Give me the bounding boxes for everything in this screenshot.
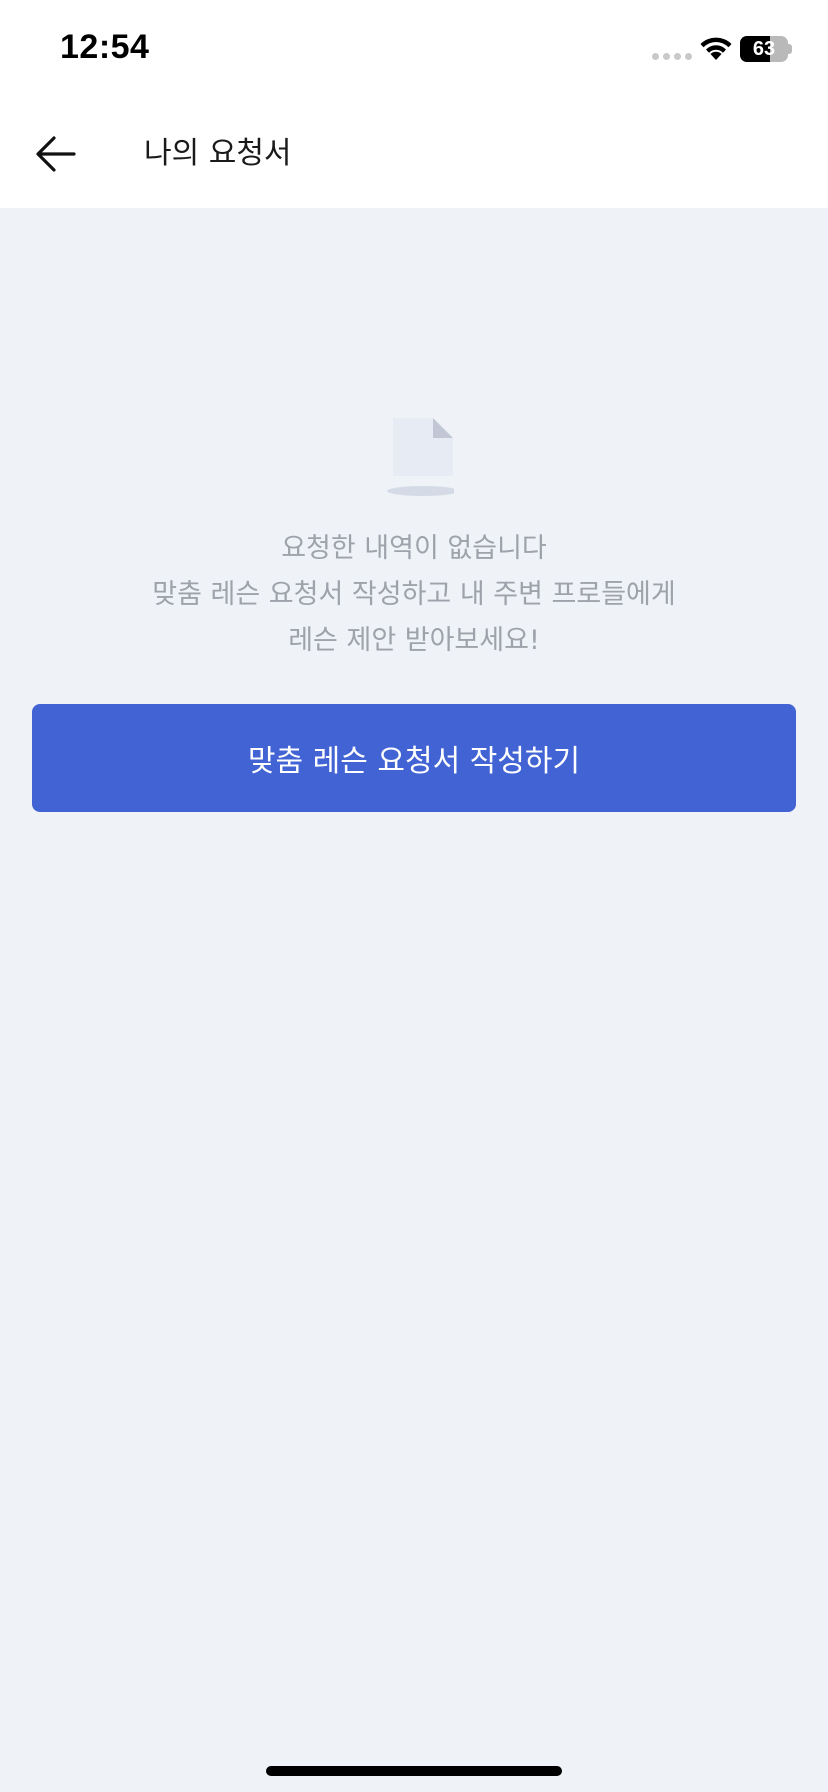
wifi-icon (700, 37, 732, 60)
page-title: 나의 요청서 (144, 136, 292, 171)
back-button[interactable] (24, 124, 88, 184)
create-request-button[interactable]: 맞춤 레슨 요청서 작성하기 (32, 704, 796, 812)
status-time: 12:54 (60, 28, 150, 66)
screen: 12:54 63 나의 요청서 요청한 내역이 없습니다 맞춤 레슨 요청서 작… (0, 0, 828, 1792)
empty-message-line2: 맞춤 레슨 요청서 작성하고 내 주변 프로들에게 (152, 579, 676, 610)
header: 나의 요청서 (0, 100, 828, 208)
home-indicator[interactable] (266, 1766, 562, 1776)
cellular-signal-icon (652, 53, 692, 60)
empty-message-line3: 레슨 제안 받아보세요! (288, 625, 540, 656)
document-icon (387, 418, 454, 496)
status-bar: 12:54 63 (0, 0, 828, 100)
battery-level: 63 (752, 38, 776, 60)
arrow-left-icon (36, 136, 76, 172)
empty-message: 요청한 내역이 없습니다 맞춤 레슨 요청서 작성하고 내 주변 프로들에게 레… (152, 526, 675, 664)
battery-icon: 63 (740, 36, 792, 62)
empty-message-line1: 요청한 내역이 없습니다 (281, 533, 547, 564)
empty-state: 요청한 내역이 없습니다 맞춤 레슨 요청서 작성하고 내 주변 프로들에게 레… (0, 400, 828, 664)
